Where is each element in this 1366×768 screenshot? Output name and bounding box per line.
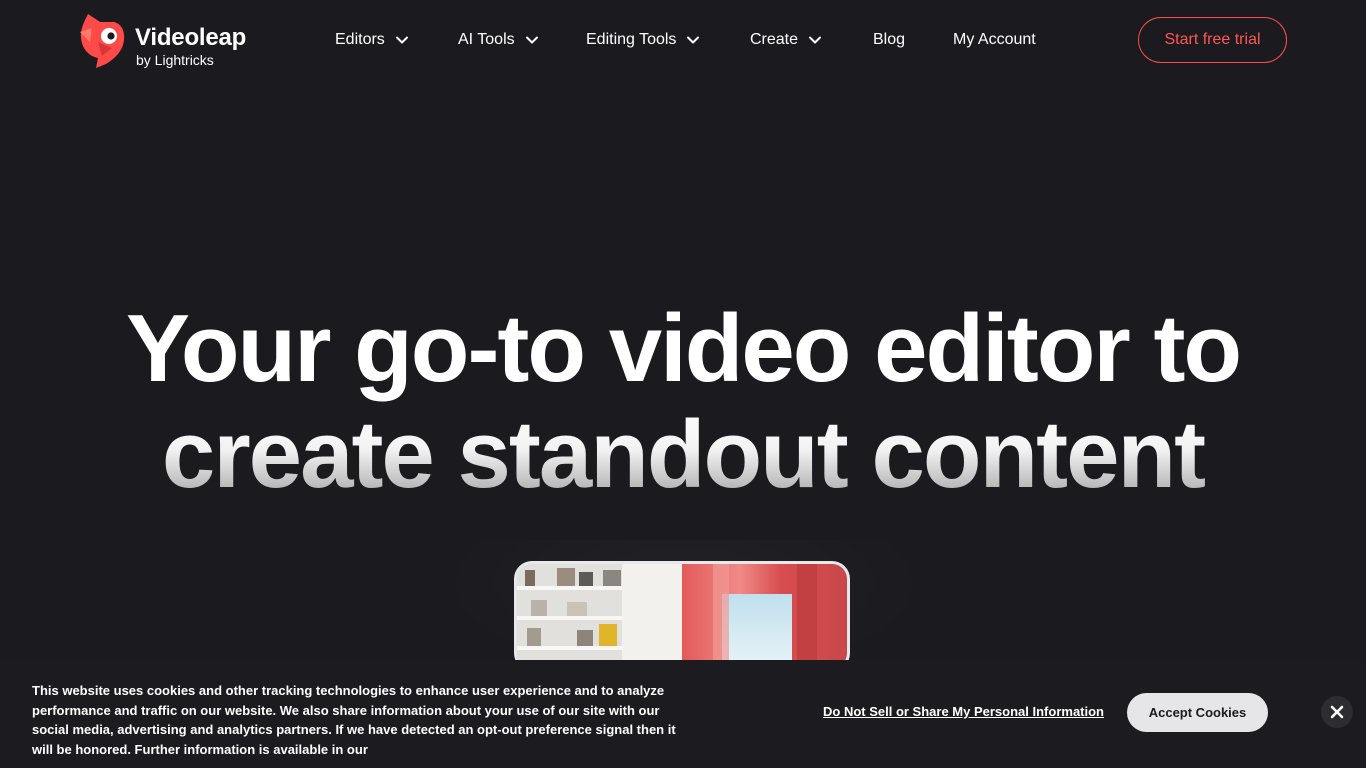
nav-item-label: Editing Tools	[586, 31, 677, 48]
do-not-sell-link[interactable]: Do Not Sell or Share My Personal Informa…	[823, 704, 1104, 719]
chevron-down-icon	[525, 36, 538, 44]
chevron-down-icon	[395, 36, 408, 44]
chevron-down-icon	[687, 36, 700, 44]
close-cookie-banner-button[interactable]	[1321, 696, 1353, 728]
bird-logo-icon	[80, 14, 125, 68]
video-preview-thumbnail	[514, 561, 850, 671]
site-header: Videoleap by Lightricks Editors AI Tools…	[0, 0, 1366, 80]
brand-name: Videoleap	[135, 24, 247, 51]
nav-item-label: My Account	[953, 31, 1036, 48]
nav-item-create[interactable]: Create	[750, 28, 822, 52]
nav-item-ai-tools[interactable]: AI Tools	[458, 28, 539, 52]
nav-item-label: Blog	[873, 31, 906, 48]
hero-title-line-1: Your go-to video editor to	[125, 295, 1242, 402]
start-free-trial-button[interactable]: Start free trial	[1138, 17, 1287, 63]
close-icon	[1330, 705, 1344, 719]
brand-subtitle: by Lightricks	[136, 52, 214, 68]
cookie-notice-text: This website uses cookies and other trac…	[32, 683, 676, 757]
chevron-down-icon	[809, 36, 822, 44]
accept-cookies-button[interactable]: Accept Cookies	[1127, 693, 1268, 732]
nav-item-editors[interactable]: Editors	[335, 28, 409, 52]
brand-logo-link[interactable]: Videoleap by Lightricks	[78, 12, 258, 70]
nav-item-editing-tools[interactable]: Editing Tools	[586, 28, 700, 52]
cookie-banner: This website uses cookies and other trac…	[0, 660, 1366, 768]
nav-item-label: Editors	[335, 31, 385, 48]
hero-title-line-2: create standout content	[0, 402, 1366, 508]
video-preview-image	[517, 564, 847, 668]
nav-item-blog[interactable]: Blog	[873, 28, 905, 52]
nav-item-label: Create	[750, 31, 799, 48]
hero-title: Your go-to video editor to create stando…	[0, 296, 1366, 508]
nav-item-label: AI Tools	[458, 31, 515, 48]
nav-item-my-account[interactable]: My Account	[953, 28, 1036, 52]
